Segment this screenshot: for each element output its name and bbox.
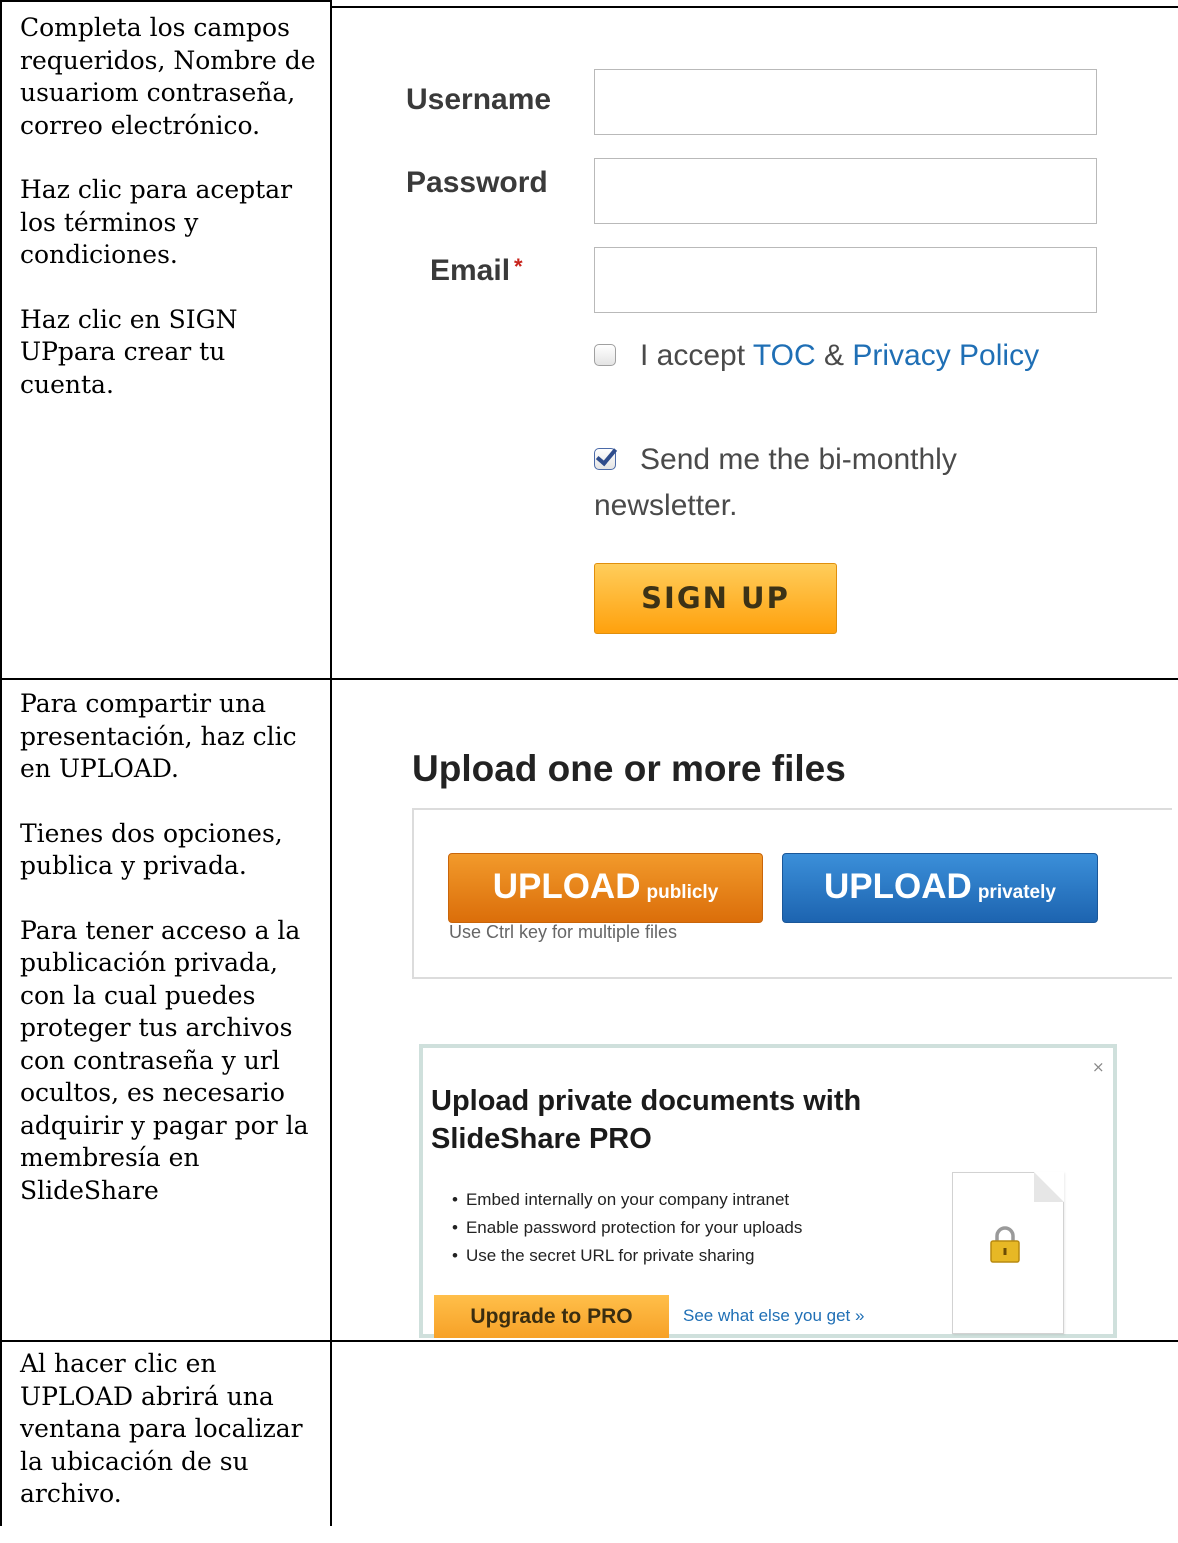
table-border-top-right xyxy=(330,6,1178,8)
lock-icon xyxy=(990,1226,1020,1263)
pro-feature-item: Embed internally on your company intrane… xyxy=(452,1186,802,1214)
privacy-policy-link[interactable]: Privacy Policy xyxy=(852,339,1039,372)
see-what-else-link[interactable]: See what else you get » xyxy=(683,1306,864,1326)
upload-heading: Upload one or more files xyxy=(412,748,846,789)
email-label-text: Email xyxy=(430,254,511,287)
pro-title: Upload private documents with SlideShare… xyxy=(431,1085,862,1155)
email-label: Email * xyxy=(430,254,523,288)
upload-privately-sub: privately xyxy=(977,882,1056,903)
accept-prefix: I accept xyxy=(640,339,746,372)
accept-terms-option: I accept TOC & Privacy Policy xyxy=(594,333,1064,379)
instruction-paragraph: Para compartir una presentación, haz cli… xyxy=(20,689,297,783)
instructions-row-3: Al hacer clic en UPLOAD abrirá una venta… xyxy=(20,1348,320,1543)
instruction-paragraph: Haz clic para aceptar los términos y con… xyxy=(20,175,293,269)
table-border-middle xyxy=(330,0,332,1526)
password-label: Password xyxy=(406,166,548,199)
instruction-paragraph: Para tener acceso a la publicación priva… xyxy=(20,915,309,1205)
instruction-paragraph: Al hacer clic en UPLOAD abrirá una venta… xyxy=(20,1349,303,1508)
table-border-top xyxy=(0,0,330,2)
upgrade-to-pro-button[interactable]: Upgrade to PRO xyxy=(434,1295,669,1338)
email-field[interactable] xyxy=(594,247,1097,313)
accept-terms-checkbox[interactable] xyxy=(594,344,616,366)
pro-feature-item: Enable password protection for your uplo… xyxy=(452,1214,802,1242)
upload-publicly-main: UPLOAD xyxy=(492,867,641,906)
username-field[interactable] xyxy=(594,69,1097,135)
required-marker: * xyxy=(514,254,523,279)
password-field[interactable] xyxy=(594,158,1097,224)
instructions-row-2: Para compartir una presentación, haz cli… xyxy=(20,688,320,1239)
upload-publicly-sub: publicly xyxy=(646,882,719,903)
pro-feature-list: Embed internally on your company intrane… xyxy=(452,1186,802,1270)
instruction-paragraph: Haz clic en SIGN UPpara crear tu cuenta. xyxy=(20,304,238,399)
close-icon[interactable]: × xyxy=(1092,1058,1105,1076)
pro-feature-item: Use the secret URL for private sharing xyxy=(452,1242,802,1270)
table-row-divider-2 xyxy=(0,1340,1178,1342)
username-label: Username xyxy=(406,83,552,116)
upload-privately-main: UPLOAD xyxy=(824,867,972,906)
table-row-divider-1 xyxy=(0,678,1178,680)
newsletter-label: Send me the bi-monthly newsletter. xyxy=(594,443,957,522)
upload-publicly-button[interactable]: UPLOAD publicly xyxy=(448,853,763,923)
newsletter-option: Send me the bi-monthly newsletter. xyxy=(594,437,1064,529)
instruction-paragraph: Completa los campos requeridos, Nombre d… xyxy=(20,13,316,140)
table-border-left xyxy=(0,0,2,1526)
sign-up-button[interactable]: SIGN UP xyxy=(594,563,837,634)
upload-hint: Use Ctrl key for multiple files xyxy=(449,922,678,942)
instruction-paragraph: Tienes dos opciones, publica y privada. xyxy=(20,818,283,881)
newsletter-checkbox[interactable] xyxy=(594,448,616,470)
ampersand: & xyxy=(824,339,845,372)
toc-link[interactable]: TOC xyxy=(753,339,816,372)
instructions-row-1: Completa los campos requeridos, Nombre d… xyxy=(20,12,320,433)
upload-privately-button[interactable]: UPLOAD privately xyxy=(782,853,1098,923)
